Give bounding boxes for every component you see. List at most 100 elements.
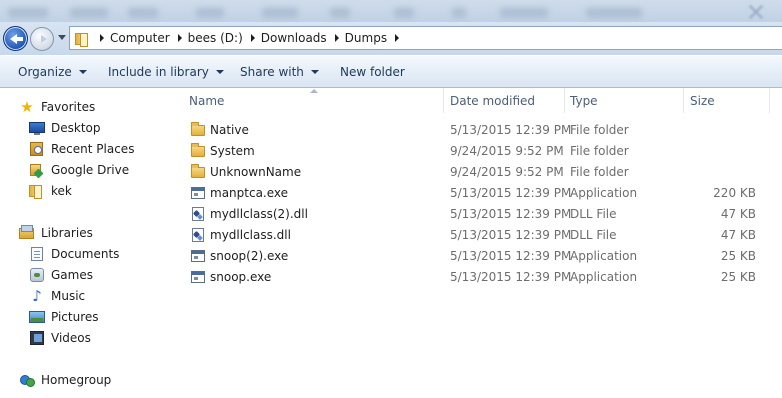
share-with-button[interactable]: Share with <box>240 56 319 88</box>
nav-item-games[interactable]: Games <box>29 265 93 285</box>
nav-item-recent-places[interactable]: Recent Places <box>29 139 134 159</box>
file-name-cell[interactable]: mydllclass.dll <box>190 224 291 245</box>
pictures-icon <box>29 309 45 325</box>
games-icon <box>29 267 45 283</box>
file-name: mydllclass.dll <box>210 227 291 242</box>
file-row[interactable]: mydllclass.dll 5/13/2015 12:39 PM DLL File… <box>186 224 782 245</box>
nav-item-label: kek <box>51 184 72 198</box>
recent-places-icon <box>29 141 45 157</box>
file-size-cell <box>684 140 756 161</box>
title-blur <box>128 8 158 18</box>
homegroup-icon <box>19 372 35 388</box>
documents-icon <box>29 246 45 262</box>
organize-label: Organize <box>18 65 72 79</box>
breadcrumb-downloads[interactable]: Downloads <box>261 31 327 45</box>
dll-icon <box>190 227 206 243</box>
title-blur <box>8 8 48 18</box>
column-divider[interactable] <box>443 88 444 113</box>
chevron-right-icon[interactable] <box>100 34 104 42</box>
breadcrumb-computer[interactable]: Computer <box>110 31 170 45</box>
file-name: System <box>210 143 255 158</box>
file-row[interactable]: System 9/24/2015 9:52 PM File folder <box>186 140 782 161</box>
nav-item-label: Music <box>51 289 86 303</box>
nav-item-label: Videos <box>51 331 91 345</box>
nav-item-label: Google Drive <box>51 163 130 177</box>
file-date-cell: 5/13/2015 12:39 PM <box>450 248 572 263</box>
new-folder-button[interactable]: New folder <box>340 56 405 88</box>
file-type-cell: Application <box>570 185 638 200</box>
nav-item-label: Documents <box>51 247 120 261</box>
exe-icon <box>190 185 206 201</box>
nav-homegroup[interactable]: Homegroup <box>19 370 111 390</box>
title-blur <box>452 8 466 18</box>
nav-favorites-label: Favorites <box>41 100 96 114</box>
nav-item-music[interactable]: ♪ Music <box>29 286 85 306</box>
column-divider[interactable] <box>683 88 684 113</box>
file-name-cell[interactable]: mydllclass(2).dll <box>190 203 308 224</box>
column-header-label: Size <box>690 93 715 108</box>
chevron-right-icon[interactable] <box>250 34 255 42</box>
column-divider[interactable] <box>564 88 565 113</box>
file-name-cell[interactable]: snoop.exe <box>190 266 271 287</box>
close-icon[interactable] <box>746 4 766 20</box>
file-date-cell: 5/13/2015 12:39 PM <box>450 206 572 221</box>
folder-icon <box>190 121 206 138</box>
file-name-cell[interactable]: System <box>190 140 255 161</box>
nav-libraries[interactable]: Libraries <box>19 223 93 243</box>
file-row[interactable]: snoop.exe 5/13/2015 12:39 PM Application 25… <box>186 266 782 287</box>
file-row[interactable]: Native 5/13/2015 12:39 PM File folder <box>186 119 782 140</box>
back-button[interactable] <box>3 26 28 51</box>
column-header-date[interactable]: Date modified <box>447 88 565 113</box>
nav-item-videos[interactable]: Videos <box>29 328 91 348</box>
file-name-cell[interactable]: manptca.exe <box>190 182 288 203</box>
file-date-cell: 9/24/2015 9:52 PM <box>450 143 564 158</box>
address-bar[interactable]: Computer bees (D:) Downloads Dumps <box>69 26 782 50</box>
title-blur <box>586 8 642 18</box>
breadcrumb-dumps[interactable]: Dumps <box>345 31 387 45</box>
file-name-cell[interactable]: snoop(2).exe <box>190 245 288 266</box>
nav-item-desktop[interactable]: Desktop <box>29 118 101 138</box>
forward-button[interactable] <box>30 27 54 51</box>
column-header-label: Date modified <box>450 93 536 108</box>
file-date-cell: 5/13/2015 12:39 PM <box>450 185 572 200</box>
dll-icon <box>190 206 206 222</box>
file-type-cell: File folder <box>570 122 629 137</box>
file-name-cell[interactable]: Native <box>190 119 249 140</box>
file-date-cell: 5/13/2015 12:39 PM <box>450 227 572 242</box>
chevron-right-icon[interactable] <box>334 34 339 42</box>
column-header-type[interactable]: Type <box>567 88 681 113</box>
nav-item-google-drive[interactable]: Google Drive <box>29 160 129 180</box>
music-note-icon: ♪ <box>32 287 42 305</box>
file-date-cell: 9/24/2015 9:52 PM <box>450 164 564 179</box>
nav-item-kek[interactable]: kek <box>29 181 72 201</box>
google-drive-icon <box>29 162 45 178</box>
star-icon: ★ <box>20 98 34 116</box>
videos-icon <box>29 330 45 346</box>
include-in-library-button[interactable]: Include in library <box>108 56 224 88</box>
file-row[interactable]: manptca.exe 5/13/2015 12:39 PM Application… <box>186 182 782 203</box>
include-label: Include in library <box>108 65 209 79</box>
column-divider[interactable] <box>769 88 770 113</box>
title-blur <box>196 8 224 18</box>
file-name-cell[interactable]: UnknownName <box>190 161 301 182</box>
file-size-cell: 47 KB <box>720 227 756 242</box>
file-row[interactable]: snoop(2).exe 5/13/2015 12:39 PM Applicatio… <box>186 245 782 266</box>
nav-item-label: Recent Places <box>51 142 135 156</box>
chevron-right-icon[interactable] <box>177 34 182 42</box>
recent-pages-chevron-down-icon[interactable] <box>58 35 66 40</box>
file-row[interactable]: UnknownName 9/24/2015 9:52 PM File folder <box>186 161 782 182</box>
chevron-right-icon[interactable] <box>395 34 400 42</box>
column-header-name[interactable]: Name <box>186 88 442 113</box>
organize-button[interactable]: Organize <box>18 56 87 88</box>
nav-favorites[interactable]: ★ Favorites <box>19 97 95 117</box>
column-header-size[interactable]: Size <box>687 88 767 113</box>
nav-item-documents[interactable]: Documents <box>29 244 119 264</box>
breadcrumb: Computer bees (D:) Downloads Dumps <box>92 27 405 49</box>
file-row[interactable]: mydllclass(2).dll 5/13/2015 12:39 PM DLL F… <box>186 203 782 224</box>
folder-icon <box>190 142 206 159</box>
folder-icon <box>29 183 45 199</box>
file-type-cell: Application <box>570 248 638 263</box>
breadcrumb-drive[interactable]: bees (D:) <box>188 31 243 45</box>
file-size-cell: 25 KB <box>720 269 756 284</box>
nav-item-pictures[interactable]: Pictures <box>29 307 99 327</box>
